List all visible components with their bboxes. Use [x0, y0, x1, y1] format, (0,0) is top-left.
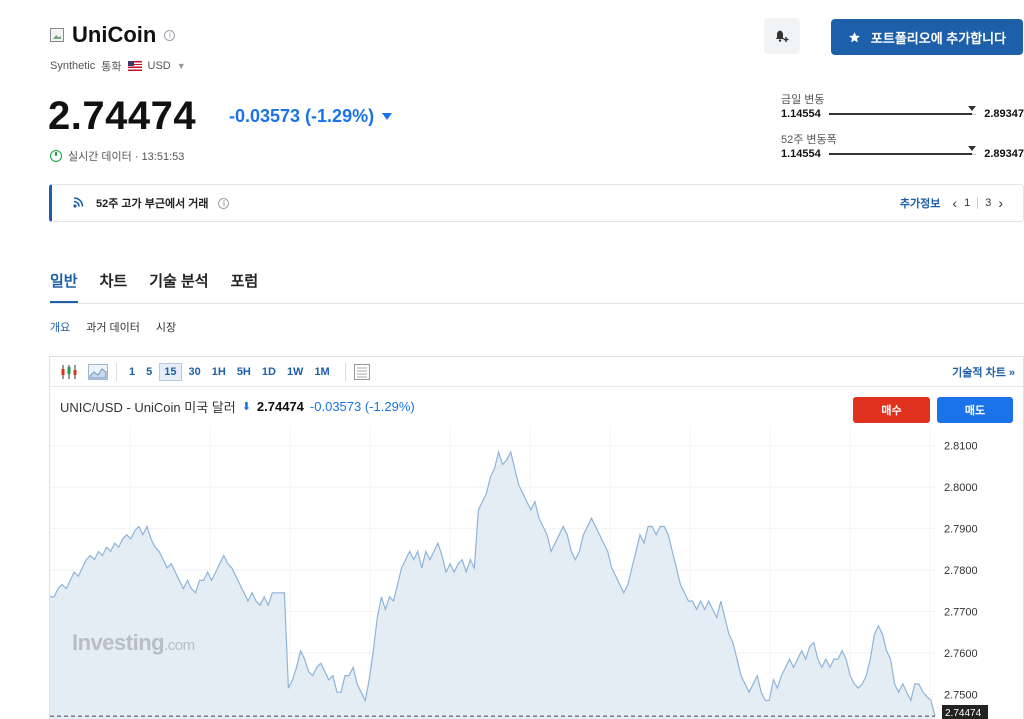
sell-button[interactable]: 매수 [853, 397, 930, 423]
y-tick-label: 2.8000 [944, 482, 978, 494]
y-tick-label: 2.8100 [944, 441, 978, 453]
week52-range-high: 2.89347 [984, 148, 1024, 160]
banner-info-icon[interactable]: i [218, 197, 230, 209]
timeframe-1w[interactable]: 1W [283, 364, 308, 380]
tabs-divider [50, 303, 1024, 304]
watermark-brand: Investing [72, 630, 165, 655]
add-alert-button[interactable] [764, 18, 800, 54]
chart-symbol: UNIC/USD - UniCoin 미국 달러 [60, 400, 236, 415]
subtab-historical[interactable]: 과거 데이터 [86, 319, 140, 335]
current-price-tag-label: 2.74474 [945, 708, 982, 719]
chevron-right-icon[interactable]: › [998, 195, 1003, 211]
chevron-down-icon[interactable]: ▼ [177, 61, 186, 71]
timeframe-1h[interactable]: 1H [208, 364, 230, 380]
week52-range-label: 52주 변동폭 [781, 134, 837, 146]
timeframe-5h[interactable]: 5H [233, 364, 255, 380]
investing-watermark: Investing.com [72, 630, 195, 656]
coin-name: UniCoin [72, 22, 157, 47]
tab-technical[interactable]: 기술 분석 [149, 270, 208, 304]
day-range: 금일 변동 1.14554 2.89347 [781, 91, 1024, 120]
technical-chart-link[interactable]: 기술적 차트 » [952, 364, 1015, 380]
timeframe-30[interactable]: 30 [185, 364, 205, 380]
price-change: -0.03573 (-1.29%) [229, 106, 393, 127]
price-change-value: -0.03573 (-1.29%) [229, 106, 375, 126]
add-to-portfolio-button[interactable]: 포트폴리오에 추가합니다 [831, 19, 1023, 55]
chart-toolbar: 1 5 15 30 1H 5H 1D 1W 1M 기술적 차트 » [50, 357, 1023, 387]
tab-forum[interactable]: 포럼 [231, 270, 259, 304]
pager-total: 3 [985, 197, 992, 209]
us-flag-icon [127, 61, 142, 71]
currency-select[interactable]: USD [148, 60, 171, 72]
timeframe-5[interactable]: 5 [142, 364, 156, 380]
timeframe-1m[interactable]: 1M [310, 364, 333, 380]
chevron-left-icon[interactable]: ‹ [952, 195, 957, 211]
day-range-marker [967, 105, 976, 111]
candlestick-icon[interactable] [60, 364, 78, 380]
toolbar-divider [116, 362, 117, 381]
price-area [50, 451, 935, 719]
instrument-subtitle: Synthetic 통화 USD ▼ [50, 58, 186, 74]
day-range-high: 2.89347 [984, 108, 1024, 120]
more-info-link[interactable]: 추가정보 [900, 195, 940, 211]
day-range-label: 금일 변동 [781, 94, 825, 106]
info-icon[interactable]: i [164, 29, 176, 41]
realtime-time: 실시간 데이터 · 13:51:53 [68, 151, 185, 163]
main-tabs: 일반 차트 기술 분석 포럼 [50, 270, 258, 304]
chart-price: 2.74474 [256, 399, 304, 414]
bell-plus-icon [775, 30, 789, 42]
trend-signal-icon [73, 197, 84, 208]
y-tick-label: 2.7500 [944, 689, 978, 701]
watermark-domain: .com [164, 637, 195, 654]
week52-range-marker [967, 145, 976, 151]
table-icon[interactable] [353, 363, 370, 380]
sub-tabs: 개요 과거 데이터 시장 [50, 319, 176, 335]
buy-button[interactable]: 매도 [937, 397, 1013, 423]
add-to-portfolio-label: 포트폴리오에 추가합니다 [870, 30, 1007, 46]
coin-title-row: UniCoin i [50, 22, 176, 48]
day-range-low: 1.14554 [781, 108, 821, 120]
realtime-status: 실시간 데이터 · 13:51:53 [50, 148, 184, 164]
y-tick-label: 2.7800 [944, 565, 978, 577]
down-triangle-icon [382, 113, 393, 120]
subtab-markets[interactable]: 시장 [156, 319, 176, 335]
area-chart-icon[interactable] [88, 363, 108, 380]
clock-icon [50, 150, 62, 162]
banner-text: 52주 고가 부근에서 거래 [96, 198, 209, 210]
tab-overview[interactable]: 일반 [50, 270, 78, 304]
week52-range-low: 1.14554 [781, 148, 821, 160]
timeframe-1[interactable]: 1 [125, 364, 139, 380]
timeframe-15[interactable]: 15 [159, 362, 182, 381]
timeframe-1d[interactable]: 1D [258, 364, 280, 380]
week52-range: 52주 변동폭 1.14554 2.89347 [781, 131, 1024, 160]
week52-range-bar [828, 145, 977, 155]
chart-header: UNIC/USD - UniCoin 미국 달러 ⬇ 2.74474 -0.03… [60, 397, 415, 416]
subtab-summary[interactable]: 개요 [50, 319, 70, 335]
chart-change: -0.03573 (-1.29%) [309, 399, 415, 414]
banner-pager: ‹ 1 3 › [952, 195, 1003, 211]
down-arrow-icon: ⬇ [241, 401, 251, 413]
y-tick-label: 2.7700 [944, 606, 978, 618]
coin-logo-icon [50, 28, 64, 42]
last-price: 2.74474 [48, 94, 197, 138]
pager-divider [977, 197, 979, 209]
day-range-fill [828, 112, 972, 115]
star-icon [848, 31, 860, 42]
pager-current: 1 [964, 197, 971, 209]
insight-banner: 52주 고가 부근에서 거래 i 추가정보 ‹ 1 3 › [49, 184, 1024, 222]
price-area-chart[interactable]: 2.8100 2.8000 2.7900 2.7800 2.7700 2.7600 2.75… [50, 425, 1024, 719]
tab-chart[interactable]: 차트 [100, 270, 128, 304]
day-range-bar [828, 105, 977, 115]
currency-type-label: 통화 [101, 61, 122, 73]
week52-range-fill [828, 152, 972, 155]
y-tick-label: 2.7600 [944, 648, 978, 660]
y-tick-label: 2.7900 [944, 524, 978, 536]
toolbar-divider [344, 362, 346, 381]
category-label: Synthetic [50, 60, 96, 72]
